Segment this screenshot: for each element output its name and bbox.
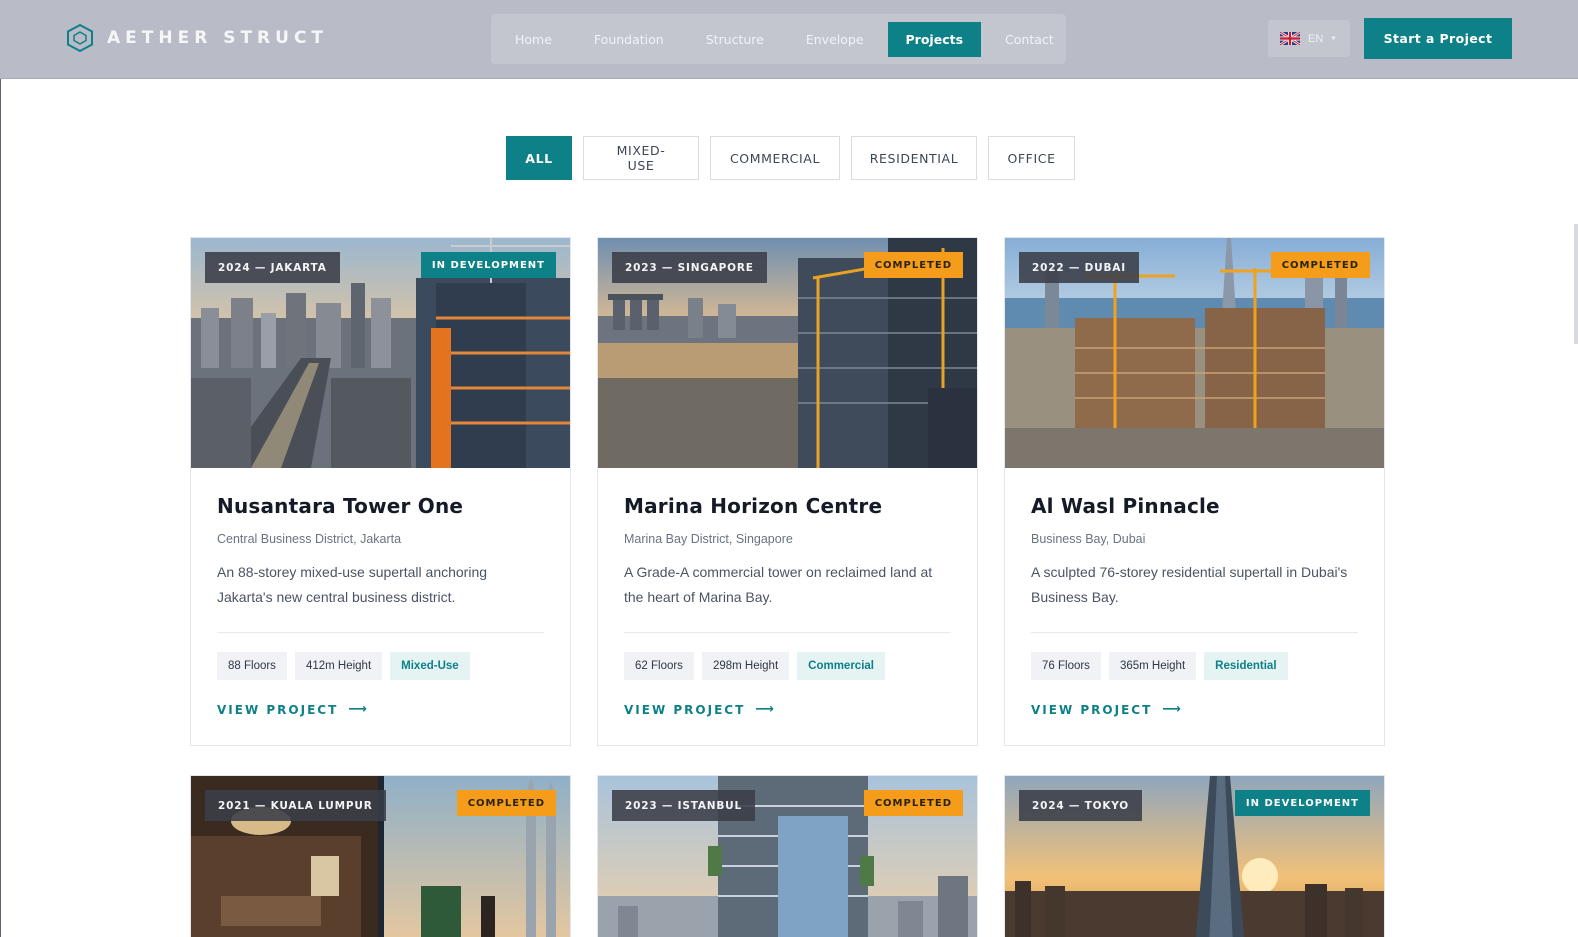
chevron-down-icon: ▾	[1331, 33, 1336, 43]
filter-commercial[interactable]: COMMERCIAL	[710, 136, 840, 180]
arrow-right-icon: ⟶	[755, 702, 774, 717]
project-title[interactable]: Marina Horizon Centre	[624, 494, 951, 518]
project-card[interactable]: 2023 — ISTANBUL COMPLETED	[597, 775, 978, 937]
project-title[interactable]: Nusantara Tower One	[217, 494, 544, 518]
project-description: A sculpted 76-storey residential superta…	[1031, 564, 1348, 605]
project-location: Central Business District, Jakarta	[217, 532, 402, 546]
project-card[interactable]: 2023 — SINGAPORE COMPLETED Marina Horizo…	[597, 237, 978, 746]
year-location-tag: 2022 — DUBAI	[1019, 252, 1139, 283]
project-specs: 62 Floors 298m Height Commercial	[624, 652, 951, 680]
main-nav: Home Foundation Structure Envelope Proje…	[491, 14, 1066, 64]
year-location-tag: 2023 — SINGAPORE	[612, 252, 767, 283]
project-image: 2021 — KUALA LUMPUR COMPLETED	[191, 776, 570, 937]
divider	[624, 632, 951, 633]
project-description: A Grade-A commercial tower on reclaimed …	[624, 564, 933, 605]
height-chip: 298m Height	[701, 652, 790, 680]
project-location: Business Bay, Dubai	[1031, 532, 1146, 546]
year-location-tag: 2023 — ISTANBUL	[612, 790, 755, 821]
brand-name: AETHER STRUCT	[107, 28, 329, 48]
type-chip: Mixed-Use	[390, 652, 470, 680]
view-project-link[interactable]: VIEW PROJECT ⟶	[1031, 702, 1358, 717]
nav-structure[interactable]: Structure	[688, 22, 782, 57]
nav-envelope[interactable]: Envelope	[788, 22, 882, 57]
year-location-tag: 2021 — KUALA LUMPUR	[205, 790, 386, 821]
arrow-right-icon: ⟶	[348, 702, 367, 717]
type-chip: Residential	[1204, 652, 1288, 680]
year-location-tag: 2024 — TOKYO	[1019, 790, 1143, 821]
project-image: 2023 — SINGAPORE COMPLETED	[598, 238, 977, 468]
language-code: EN	[1308, 32, 1324, 45]
hexagon-logo-icon	[67, 24, 93, 52]
nav-home[interactable]: Home	[497, 22, 570, 57]
project-card[interactable]: 2024 — JAKARTA IN DEVELOPMENT Nusantara …	[190, 237, 571, 746]
project-card[interactable]: 2022 — DUBAI COMPLETED Al Wasl Pinnacle …	[1004, 237, 1385, 746]
uk-flag-icon	[1280, 32, 1300, 45]
project-location: Marina Bay District, Singapore	[624, 532, 793, 546]
status-badge: COMPLETED	[456, 790, 556, 816]
project-card[interactable]: 2024 — TOKYO IN DEVELOPMENT	[1004, 775, 1385, 937]
project-description: An 88-storey mixed-use supertall anchori…	[217, 564, 488, 605]
floors-chip: 62 Floors	[624, 652, 694, 680]
floors-chip: 76 Floors	[1031, 652, 1101, 680]
start-project-button[interactable]: Start a Project	[1364, 18, 1512, 59]
divider	[217, 632, 544, 633]
filter-all[interactable]: ALL	[506, 136, 572, 180]
status-badge: COMPLETED	[863, 790, 963, 816]
status-badge: COMPLETED	[863, 252, 963, 278]
status-badge: IN DEVELOPMENT	[420, 252, 556, 278]
view-project-link[interactable]: VIEW PROJECT ⟶	[217, 702, 544, 717]
filter-office[interactable]: OFFICE	[988, 136, 1075, 180]
project-specs: 88 Floors 412m Height Mixed-Use	[217, 652, 544, 680]
floors-chip: 88 Floors	[217, 652, 287, 680]
scrollbar-thumb[interactable]	[1574, 224, 1578, 344]
nav-projects[interactable]: Projects	[887, 21, 982, 57]
language-selector[interactable]: EN ▾	[1268, 20, 1350, 57]
project-image: 2023 — ISTANBUL COMPLETED	[598, 776, 977, 937]
project-specs: 76 Floors 365m Height Residential	[1031, 652, 1358, 680]
status-badge: COMPLETED	[1270, 252, 1370, 278]
view-project-label: VIEW PROJECT	[217, 702, 339, 717]
project-filters: ALL MIXED-USE COMMERCIAL RESIDENTIAL OFF…	[506, 136, 1075, 180]
brand-logo[interactable]: AETHER STRUCT	[67, 24, 328, 52]
project-card[interactable]: 2021 — KUALA LUMPUR COMPLETED	[190, 775, 571, 937]
project-image: 2024 — TOKYO IN DEVELOPMENT	[1005, 776, 1384, 937]
type-chip: Commercial	[797, 652, 885, 680]
nav-contact[interactable]: Contact	[987, 22, 1072, 57]
arrow-right-icon: ⟶	[1162, 702, 1181, 717]
view-project-label: VIEW PROJECT	[1031, 702, 1153, 717]
height-chip: 412m Height	[294, 652, 383, 680]
page-edge-line	[0, 79, 1, 937]
status-badge: IN DEVELOPMENT	[1234, 790, 1370, 816]
view-project-link[interactable]: VIEW PROJECT ⟶	[624, 702, 951, 717]
project-image: 2022 — DUBAI COMPLETED	[1005, 238, 1384, 468]
project-title[interactable]: Al Wasl Pinnacle	[1031, 494, 1358, 518]
divider	[1031, 632, 1358, 633]
project-image: 2024 — JAKARTA IN DEVELOPMENT	[191, 238, 570, 468]
filter-residential[interactable]: RESIDENTIAL	[851, 136, 977, 180]
filter-mixed-use[interactable]: MIXED-USE	[583, 136, 699, 180]
view-project-label: VIEW PROJECT	[624, 702, 746, 717]
height-chip: 365m Height	[1108, 652, 1197, 680]
year-location-tag: 2024 — JAKARTA	[205, 252, 340, 283]
site-header: AETHER STRUCT Home Foundation Structure …	[0, 0, 1578, 79]
nav-foundation[interactable]: Foundation	[576, 22, 682, 57]
